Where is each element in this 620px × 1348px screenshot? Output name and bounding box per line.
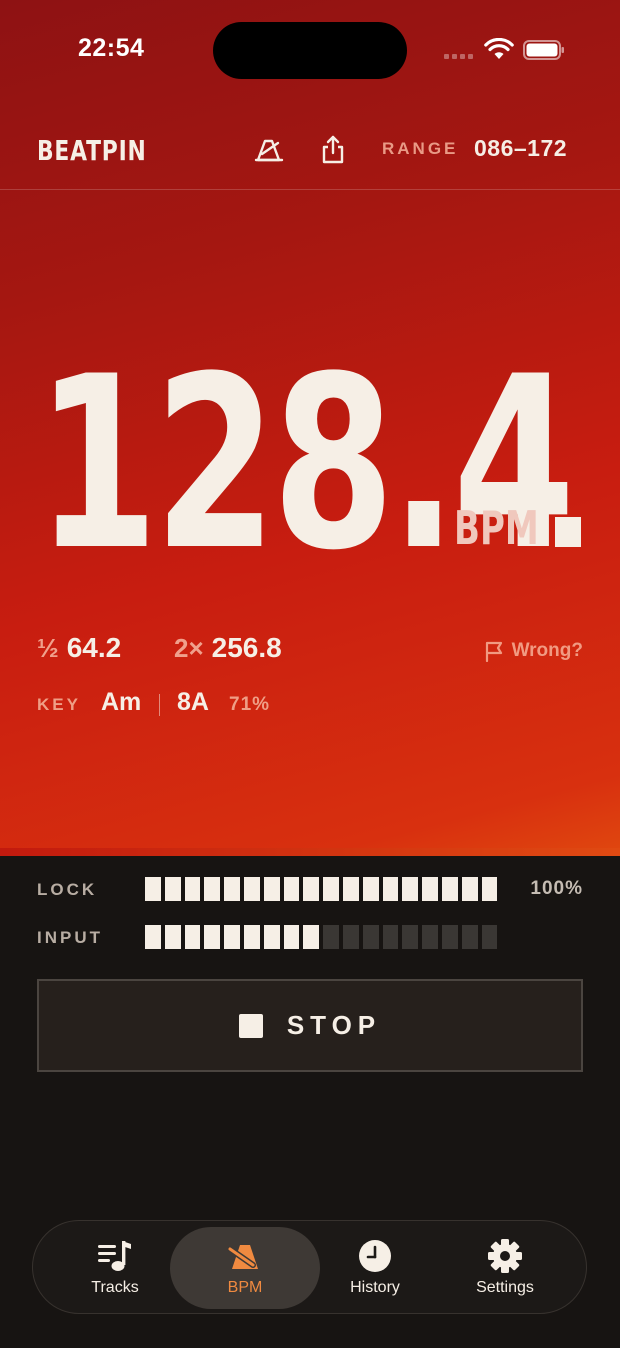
meter-segment <box>164 925 181 949</box>
app-logo: BEATPIN <box>37 134 147 167</box>
meter-segment <box>422 877 438 901</box>
lock-meter-percent: 100% <box>530 878 583 899</box>
bpm-unit-label: BPM <box>454 501 539 555</box>
wifi-icon <box>484 38 514 59</box>
meter-segment <box>263 925 280 949</box>
meter-segment <box>263 877 280 901</box>
half-tempo-value: 64.2 <box>66 632 122 663</box>
key-confidence: 71% <box>229 694 271 715</box>
range-value[interactable]: 086–172 <box>474 135 567 162</box>
tab-settings-label: Settings <box>476 1279 534 1296</box>
tab-tracks[interactable]: Tracks <box>40 1227 190 1309</box>
gear-icon <box>488 1239 522 1273</box>
meter-segment <box>283 925 300 949</box>
meter-segment <box>145 925 161 949</box>
double-tempo[interactable]: 2× 256.8 <box>174 632 282 664</box>
metronome-icon <box>227 1245 258 1269</box>
meter-segment <box>342 877 359 901</box>
battery-icon <box>523 40 564 60</box>
alternate-tempos: ½ 64.2 2× 256.8 Wrong? <box>37 632 583 672</box>
double-tempo-prefix: 2× <box>174 633 204 663</box>
dynamic-island <box>213 22 407 79</box>
meter-segment <box>382 877 399 901</box>
meter-segment <box>441 877 458 901</box>
meter-segment <box>461 877 478 901</box>
meter-segment <box>402 877 419 901</box>
tab-history-label: History <box>350 1279 400 1296</box>
input-meter: INPUT <box>37 925 583 951</box>
meter-segment <box>481 877 498 901</box>
stop-icon <box>238 1013 263 1038</box>
meter-segment <box>224 877 240 901</box>
meter-segment <box>362 877 379 901</box>
key-label: KEY <box>37 695 81 714</box>
key-divider <box>159 694 160 716</box>
meter-segment <box>382 925 399 949</box>
report-wrong-button[interactable]: Wrong? <box>484 640 583 662</box>
key-readout: KEY Am 8A 71% <box>37 686 437 722</box>
camelot-code: 8A <box>177 688 209 716</box>
meter-segment <box>323 877 339 901</box>
meter-segment <box>224 925 240 949</box>
meter-segment <box>422 925 438 949</box>
double-tempo-value: 256.8 <box>211 632 282 663</box>
status-time: 22:54 <box>78 34 145 62</box>
share-icon <box>322 135 344 164</box>
meter-segment <box>243 925 260 949</box>
tab-bpm-label: BPM <box>227 1279 263 1296</box>
meter-segment <box>184 925 201 949</box>
meter-segment <box>145 877 161 901</box>
tab-tracks-label: Tracks <box>91 1279 139 1296</box>
report-wrong-label: Wrong? <box>511 640 583 661</box>
half-tempo-prefix: ½ <box>37 633 59 663</box>
meter-segment <box>283 877 300 901</box>
status-bar: 22:54 <box>0 0 620 100</box>
meter-segment <box>303 925 320 949</box>
meter-segment <box>342 925 359 949</box>
input-meter-label: INPUT <box>37 928 103 947</box>
tab-bar: Tracks BPM History Settings <box>32 1220 587 1314</box>
app-header: BEATPIN RANGE 086–172 <box>0 120 620 190</box>
meter-segment <box>303 877 320 901</box>
metronome-icon <box>254 139 284 162</box>
meter-segment <box>243 877 260 901</box>
flag-icon <box>485 641 502 662</box>
meter-segment <box>461 925 478 949</box>
lock-meter-label: LOCK <box>37 880 98 899</box>
range-label: RANGE <box>382 139 459 158</box>
clock-icon <box>359 1240 391 1272</box>
meter-segment <box>481 925 498 949</box>
metronome-button[interactable] <box>251 132 287 168</box>
share-button[interactable] <box>315 132 351 168</box>
tracks-icon <box>98 1241 131 1271</box>
lock-meter-bar <box>145 877 498 901</box>
beat-indicator <box>555 517 581 547</box>
tab-settings[interactable]: Settings <box>430 1227 580 1309</box>
key-value: Am <box>101 688 142 716</box>
tab-history[interactable]: History <box>300 1227 450 1309</box>
input-meter-bar <box>145 925 498 949</box>
meter-segment <box>323 925 339 949</box>
meter-segment <box>402 925 419 949</box>
meter-segment <box>204 877 221 901</box>
tab-bpm[interactable]: BPM <box>170 1227 320 1309</box>
meter-segment <box>441 925 458 949</box>
meter-segment <box>362 925 379 949</box>
stop-button[interactable]: STOP <box>37 979 583 1072</box>
meter-segment <box>184 877 201 901</box>
half-tempo[interactable]: ½ 64.2 <box>37 632 121 664</box>
meter-segment <box>204 925 221 949</box>
stop-button-label: STOP <box>286 1010 382 1040</box>
meter-segment <box>164 877 181 901</box>
lock-meter: LOCK 100% <box>37 877 583 903</box>
cellular-signal-icon <box>444 54 473 59</box>
